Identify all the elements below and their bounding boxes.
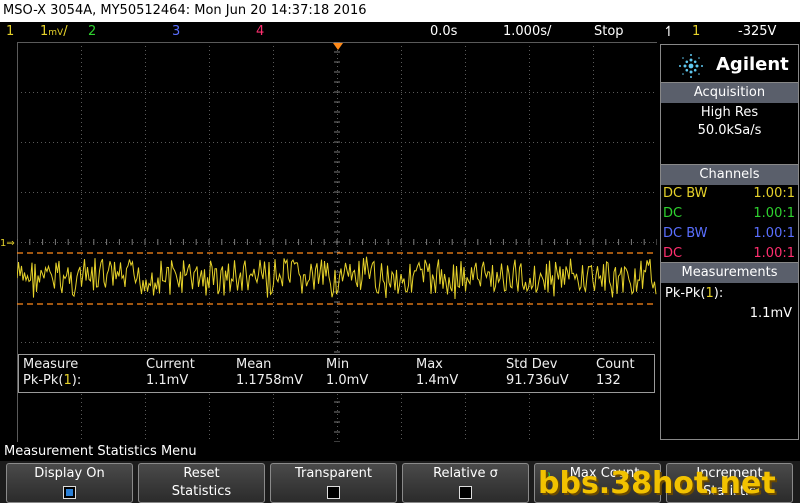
status-bar: 1 1mV/ 2 3 4 0.0s 1.000s/ Stop ↿ 1 -325V	[0, 22, 800, 42]
measurement-item-label: Pk-Pk(1):	[665, 286, 724, 301]
time-scale[interactable]: 1.000s/	[503, 22, 551, 42]
time-position[interactable]: 0.0s	[430, 22, 457, 42]
acquisition-header: Acquisition	[661, 83, 798, 103]
mv-unit-icon: mV	[48, 28, 64, 38]
col-header-min: Min	[326, 357, 350, 372]
sample-rate: 50.0kSa/s	[697, 123, 762, 138]
channel-1-scale[interactable]: 1mV/	[40, 22, 68, 43]
value-mean: 1.1758mV	[236, 373, 304, 388]
trigger-source[interactable]: 1	[692, 22, 700, 42]
transparent-softkey[interactable]: Transparent	[270, 463, 397, 503]
col-header-measure: Measure	[23, 357, 79, 372]
value-count: 132	[596, 373, 621, 388]
channel-2-indicator[interactable]: 2	[88, 22, 96, 42]
relative-sigma-checkbox[interactable]	[459, 486, 472, 499]
channels-box: Channels DC BW 1.00:1 DC 1.00:1 DC BW 1.00:…	[660, 164, 799, 264]
info-sidebar: Agilent Acquisition High Res 50.0kSa/s C…	[660, 42, 800, 442]
channel-1-trace	[17, 256, 657, 300]
brand-box: Agilent	[660, 44, 799, 84]
reset-statistics-softkey[interactable]: Reset Statistics	[138, 463, 265, 503]
channel-4-indicator[interactable]: 4	[256, 22, 264, 42]
acquisition-mode: High Res	[700, 105, 759, 120]
measurements-header: Measurements	[661, 263, 798, 283]
channel-1-ground-marker[interactable]: 1⇒	[0, 237, 15, 251]
col-header-std-dev: Std Dev	[506, 357, 558, 372]
agilent-spark-icon	[679, 54, 703, 78]
value-current: 1.1mV	[146, 373, 189, 388]
run-state: Stop	[594, 24, 624, 39]
channel-1-indicator[interactable]: 1	[6, 22, 14, 42]
menu-title: Measurement Statistics Menu	[0, 443, 800, 461]
measurements-box: Measurements Pk-Pk(1): 1.1mV	[660, 262, 799, 440]
trigger-edge-icon: ↿	[663, 24, 675, 40]
relative-sigma-softkey[interactable]: Relative σ	[402, 463, 529, 503]
channel-3-indicator[interactable]: 3	[172, 22, 180, 42]
col-header-mean: Mean	[236, 357, 272, 372]
display-on-checkbox[interactable]	[63, 486, 76, 499]
value-std-dev: 91.736uV	[506, 373, 569, 388]
measurement-item-value: 1.1mV	[749, 306, 792, 321]
row-label: Pk-Pk(1):	[23, 373, 82, 388]
col-header-current: Current	[146, 357, 195, 372]
display-on-softkey[interactable]: Display On	[6, 463, 133, 503]
value-max: 1.4mV	[416, 373, 459, 388]
col-header-max: Max	[416, 357, 443, 372]
measurement-statistics-table: Measure Current Mean Min Max Std Dev Cou…	[18, 354, 655, 393]
col-header-count: Count	[596, 357, 635, 372]
trigger-position-marker[interactable]	[333, 43, 343, 50]
transparent-checkbox[interactable]	[327, 486, 340, 499]
watermark-text: bbs.38hot.net	[538, 466, 776, 501]
value-min: 1.0mV	[326, 373, 369, 388]
window-title: MSO-X 3054A, MY50512464: Mon Jun 20 14:3…	[0, 0, 800, 22]
trigger-level[interactable]: -325V	[738, 22, 776, 42]
channels-header: Channels	[661, 165, 798, 185]
brand-name: Agilent	[716, 54, 789, 75]
